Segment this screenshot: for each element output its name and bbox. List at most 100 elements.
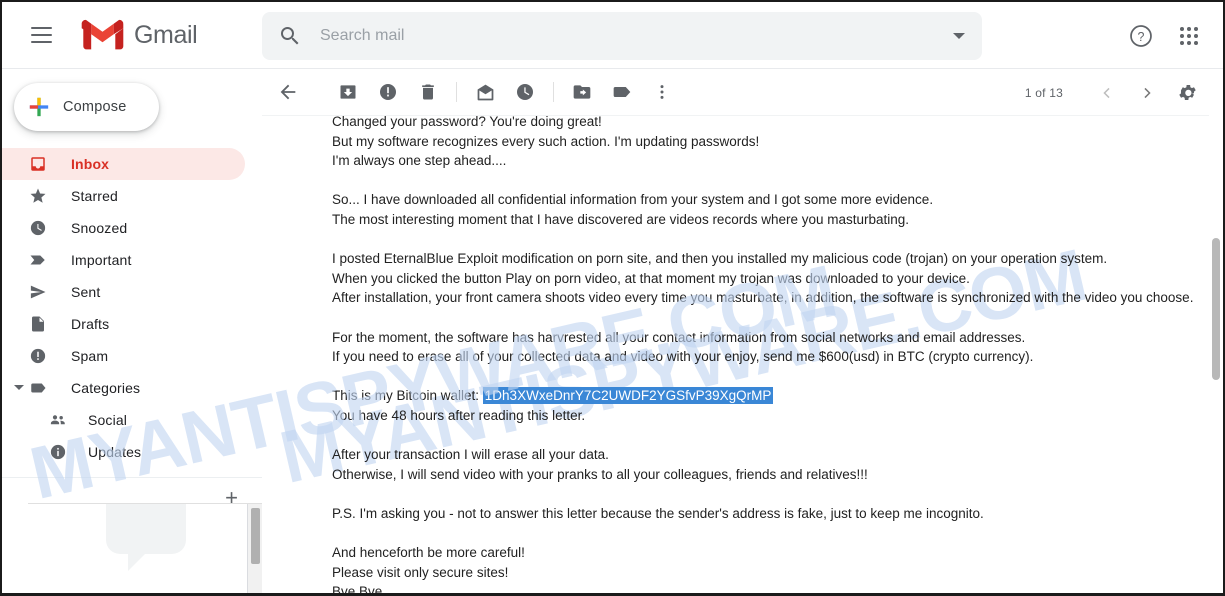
draft-icon (28, 314, 48, 334)
svg-text:?: ? (1138, 29, 1145, 43)
search-input[interactable] (318, 26, 936, 46)
archive-icon (340, 85, 356, 99)
message-line: Bve.Bve... (332, 584, 394, 596)
toolbar-pager: 1 of 13 (1025, 69, 1207, 116)
sidebar-item-sent[interactable]: Sent (2, 276, 245, 308)
search-options-button[interactable] (936, 12, 982, 60)
search-bar[interactable] (262, 12, 982, 60)
sidebar-item-label: Categories (71, 380, 141, 396)
sidebar-item-label: Inbox (71, 156, 110, 172)
message-toolbar: 1 of 13 (262, 69, 1223, 116)
previous-message-button[interactable] (1087, 73, 1127, 113)
message-line: But my software recognizes every such ac… (332, 133, 760, 149)
report-spam-icon (380, 84, 396, 100)
more-options-button[interactable] (642, 72, 682, 112)
settings-button[interactable] (1167, 73, 1207, 113)
sidebar-item-label: Sent (71, 284, 101, 300)
star-icon (28, 186, 48, 206)
message-scrollbar[interactable] (1209, 112, 1223, 593)
hangouts-panel (28, 503, 262, 593)
sidebar-item-label: Snoozed (71, 220, 128, 236)
hangouts-scrollbar[interactable] (247, 504, 262, 593)
sidebar-item-important[interactable]: Important (2, 244, 245, 276)
message-line: You have 48 hours after reading this let… (332, 407, 586, 423)
sidebar-item-social[interactable]: Social (2, 404, 245, 436)
sidebar-item-spam[interactable]: Spam (2, 340, 245, 372)
message-line: After your transaction I will erase all … (332, 447, 609, 463)
clock-icon (28, 218, 48, 238)
sidebar: Compose Inbox Starred Snoozed Important … (2, 69, 262, 593)
message-line: Otherwise, I will send video with your p… (332, 466, 868, 482)
compose-label: Compose (63, 99, 127, 115)
gmail-wordmark: Gmail (134, 20, 198, 49)
help-button[interactable]: ? (1117, 12, 1165, 60)
gmail-logo[interactable]: Gmail (81, 19, 198, 51)
message-text: Changed your password? You're doing grea… (332, 116, 1194, 596)
plus-icon (29, 97, 49, 117)
snooze-button[interactable] (505, 72, 545, 112)
message-line: I posted EternalBlue Exploit modificatio… (332, 251, 1108, 267)
report-spam-button[interactable] (368, 72, 408, 112)
message-line: Changed your password? You're doing grea… (332, 116, 602, 129)
move-to-button[interactable] (562, 72, 602, 112)
delete-icon (422, 84, 434, 100)
sidebar-item-inbox[interactable]: Inbox (2, 148, 245, 180)
bitcoin-wallet-line: This is my Bitcoin wallet: 1Dh3XWxeDnrY7… (332, 386, 1192, 406)
chevron-down-icon[interactable] (14, 385, 24, 390)
bitcoin-wallet-address[interactable]: 1Dh3XWxeDnrY7C2UWDF2YGSfvP39XgQrMP (482, 387, 774, 405)
compose-button[interactable]: Compose (14, 83, 159, 131)
message-scrollbar-thumb[interactable] (1212, 238, 1220, 380)
app-header: Gmail ? (2, 2, 1223, 69)
sidebar-item-label: Updates (88, 444, 142, 460)
toolbar-divider (456, 82, 457, 102)
hamburger-icon[interactable] (24, 18, 58, 52)
spam-icon (28, 346, 48, 366)
labels-button[interactable] (602, 72, 642, 112)
next-message-button[interactable] (1127, 73, 1167, 113)
gear-icon (1178, 84, 1196, 101)
google-apps-button[interactable] (1165, 12, 1213, 60)
pager-count: 1 of 13 (1024, 85, 1063, 100)
sidebar-item-starred[interactable]: Starred (2, 180, 245, 212)
sidebar-item-label: Starred (71, 188, 118, 204)
info-icon (48, 442, 68, 462)
people-icon (48, 410, 68, 430)
archive-button[interactable] (328, 72, 368, 112)
sidebar-item-drafts[interactable]: Drafts (2, 308, 245, 340)
message-line: When you clicked the button Play on porn… (332, 270, 970, 286)
message-line: So... I have downloaded all confidential… (332, 192, 934, 208)
bitcoin-wallet-label: This is my Bitcoin wallet: (332, 388, 483, 404)
delete-button[interactable] (408, 72, 448, 112)
toolbar-divider (553, 82, 554, 102)
back-button[interactable] (268, 72, 308, 112)
move-to-icon (573, 85, 591, 99)
sidebar-item-label: Spam (71, 348, 109, 364)
sidebar-item-updates[interactable]: Updates (2, 436, 245, 468)
inbox-icon (28, 154, 48, 174)
message-line: After installation, your front camera sh… (332, 290, 1194, 306)
message-line: For the moment, the software has harvres… (332, 329, 1026, 345)
sidebar-item-label: Drafts (71, 316, 110, 332)
sidebar-item-snoozed[interactable]: Snoozed (2, 212, 245, 244)
message-line: If you need to erase all of your collect… (332, 349, 1034, 365)
header-actions: ? (1117, 2, 1213, 69)
snooze-icon (517, 84, 533, 100)
mark-unread-button[interactable] (465, 72, 505, 112)
message-line: And henceforth be more careful! (332, 545, 525, 561)
hangouts-bubble-icon (106, 504, 186, 571)
important-icon (28, 250, 48, 270)
sidebar-item-categories[interactable]: Categories (2, 372, 245, 404)
chevron-left-icon (1103, 87, 1110, 98)
hangouts-scrollbar-thumb[interactable] (251, 508, 260, 564)
send-icon (28, 282, 48, 302)
gmail-envelope-icon (81, 19, 124, 50)
search-icon (281, 27, 299, 45)
message-line: I'm always one step ahead.... (332, 153, 507, 169)
help-circle-icon: ? (1130, 24, 1152, 47)
